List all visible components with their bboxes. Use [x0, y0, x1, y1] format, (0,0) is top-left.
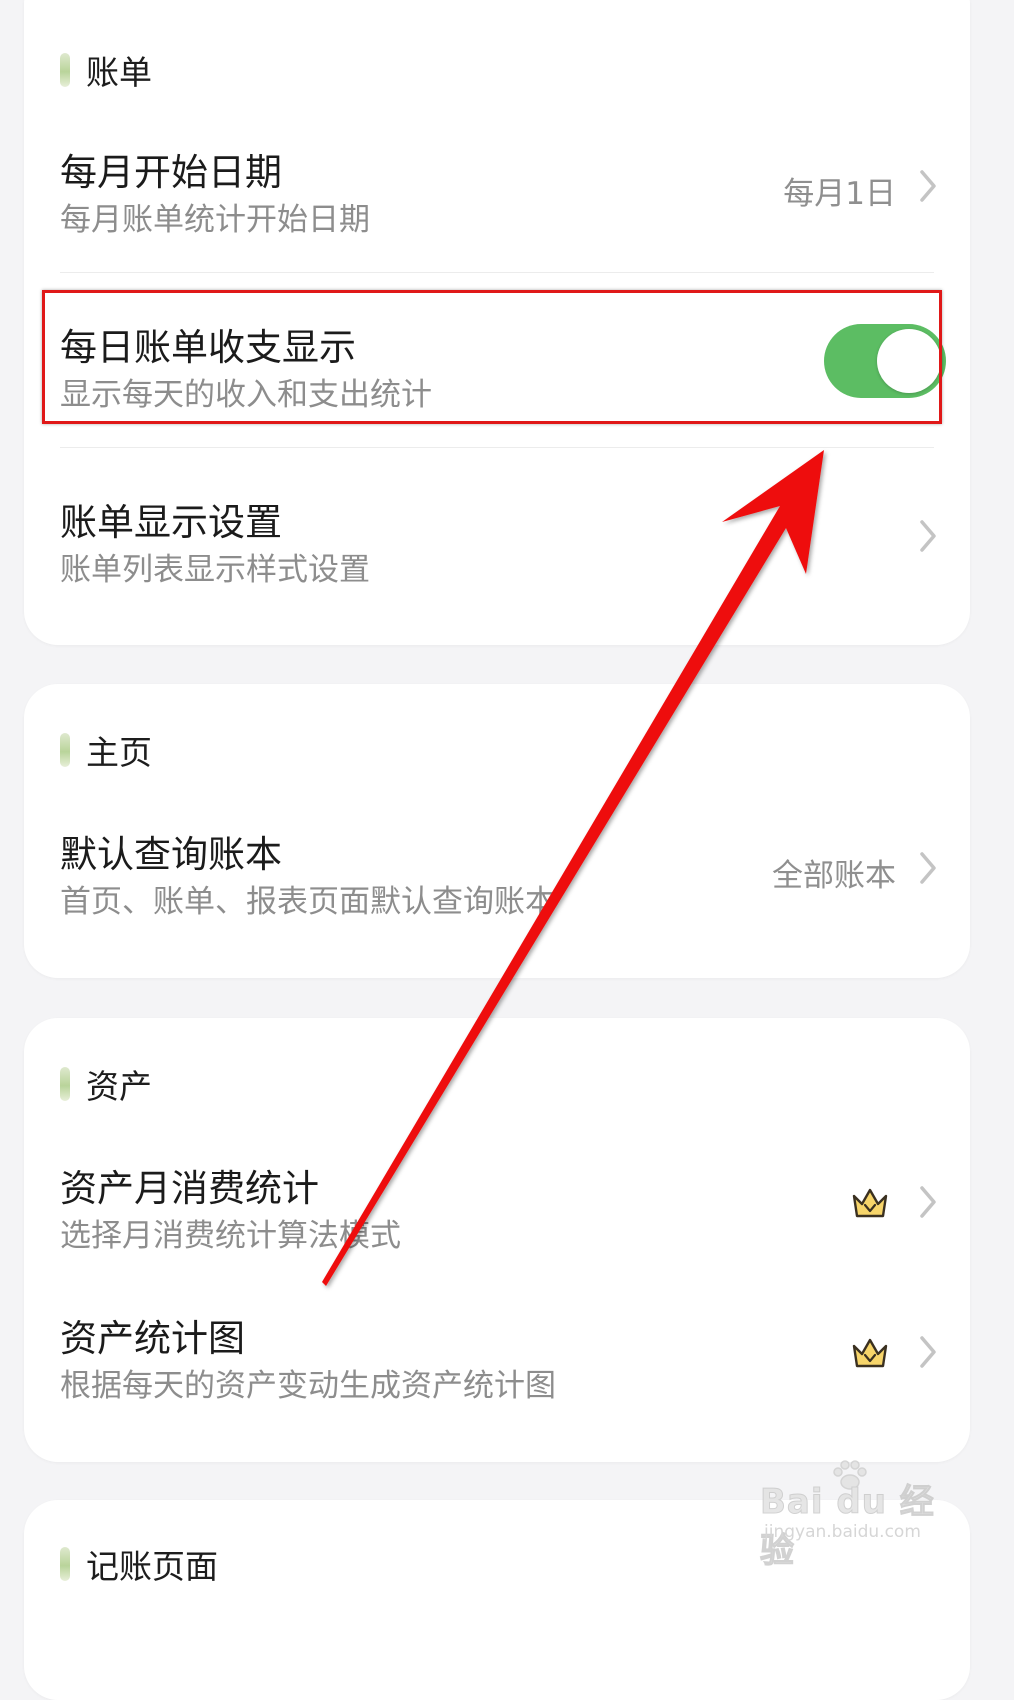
watermark-url: jingyan.baidu.com — [764, 1522, 921, 1542]
baidu-jingyan-watermark: Bai du 经验 jingyan.baidu.com — [760, 1460, 960, 1572]
red-arrow-annotation — [322, 450, 824, 1286]
